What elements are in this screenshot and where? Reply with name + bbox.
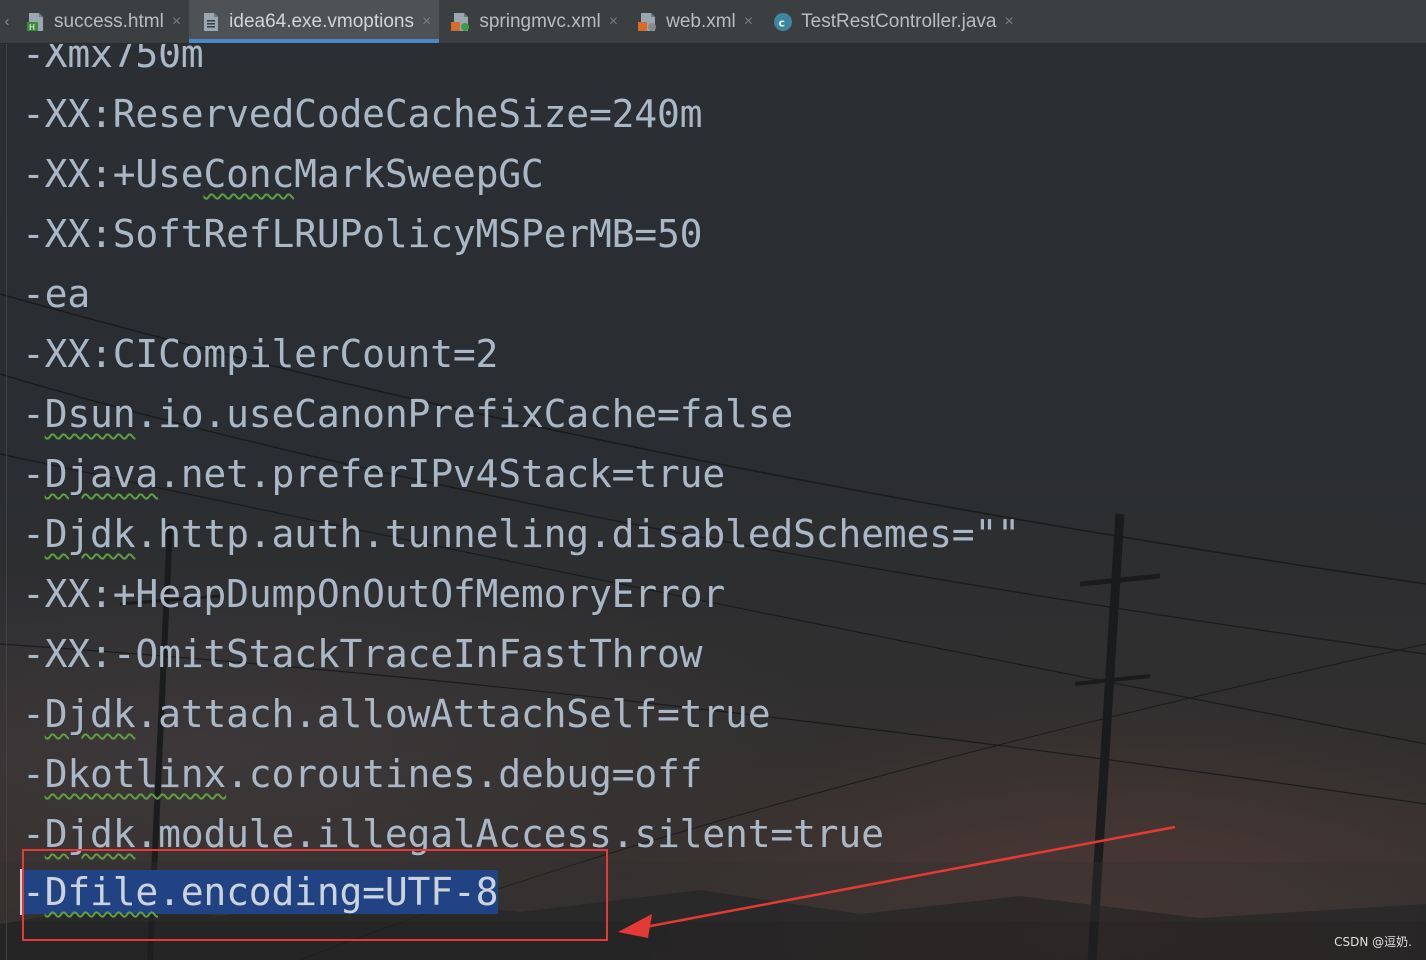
close-icon[interactable]: ×	[609, 13, 618, 31]
code-editor[interactable]: -Xmx750m -XX:ReservedCodeCacheSize=240m …	[0, 44, 1426, 960]
tab-idea64-vmoptions[interactable]: idea64.exe.vmoptions ×	[189, 0, 440, 43]
tab-testrestcontroller-java[interactable]: c TestRestController.java ×	[761, 0, 1022, 43]
xml-file-icon	[638, 11, 658, 33]
tab-label: TestRestController.java	[801, 10, 997, 32]
tab-label: web.xml	[666, 10, 736, 32]
tab-label: idea64.exe.vmoptions	[229, 10, 414, 32]
text-file-icon	[201, 11, 221, 33]
close-icon[interactable]: ×	[1005, 13, 1014, 31]
tab-springmvc-xml[interactable]: springmvc.xml ×	[439, 0, 626, 43]
tab-label: success.html	[54, 10, 164, 32]
svg-text:H: H	[29, 23, 35, 32]
close-icon[interactable]: ×	[422, 13, 431, 31]
java-class-icon: c	[773, 11, 793, 33]
close-icon[interactable]: ×	[744, 13, 753, 31]
tab-label: springmvc.xml	[479, 10, 601, 32]
tab-success-html[interactable]: H success.html ×	[14, 0, 189, 43]
watermark-text: CSDN @逗奶.	[1334, 935, 1412, 949]
svg-text:c: c	[779, 16, 786, 29]
html-file-icon: H	[26, 11, 46, 33]
tab-scroll-left-icon[interactable]: ‹	[0, 0, 14, 43]
xml-file-icon	[451, 11, 471, 33]
close-icon[interactable]: ×	[172, 13, 181, 31]
editor-tab-bar: ‹ H success.html × idea64.exe.vmoptions …	[0, 0, 1426, 44]
tab-web-xml[interactable]: web.xml ×	[626, 0, 761, 43]
ide-window: ‹ H success.html × idea64.exe.vmoptions …	[0, 0, 1426, 960]
annotation-arrow	[618, 825, 1176, 938]
